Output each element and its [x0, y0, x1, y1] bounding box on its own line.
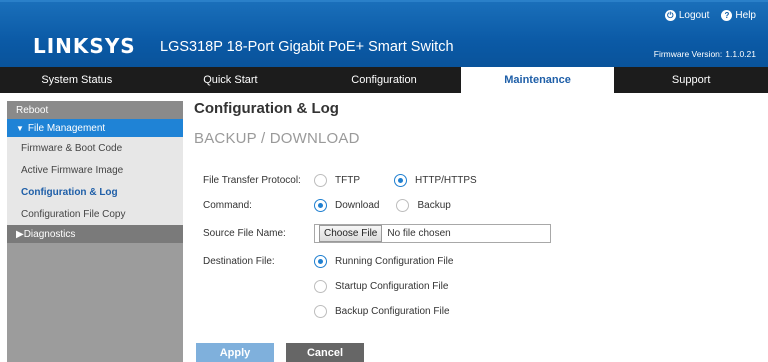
source-row: Source File Name: Choose File No file ch…: [194, 224, 551, 243]
product-name: LGS318P 18-Port Gigabit PoE+ Smart Switc…: [160, 39, 454, 55]
tab-quick-start[interactable]: Quick Start: [154, 67, 308, 93]
tab-configuration[interactable]: Configuration: [307, 67, 461, 93]
tab-maintenance[interactable]: Maintenance: [460, 67, 615, 93]
radio-backup[interactable]: [396, 199, 410, 212]
main-content: Configuration & Log BACKUP / DOWNLOAD: [194, 100, 754, 147]
page-title: Configuration & Log: [194, 100, 339, 117]
dest-running-option[interactable]: Running Configuration File: [314, 255, 453, 268]
command-download-option[interactable]: Download: [314, 199, 379, 212]
help-label: Help: [735, 10, 756, 21]
sidebar-item-diagnostics[interactable]: ▶ Diagnostics: [7, 225, 183, 243]
tab-system-status[interactable]: System Status: [0, 67, 154, 93]
command-row: Command: Download Backup: [194, 199, 469, 212]
startup-config-label: Startup Configuration File: [335, 281, 449, 292]
protocol-http-option[interactable]: HTTP/HTTPS: [394, 174, 477, 187]
section-title: BACKUP / DOWNLOAD: [194, 130, 360, 147]
download-label: Download: [335, 200, 380, 211]
choose-file-button[interactable]: Choose File: [319, 225, 383, 242]
radio-startup-config[interactable]: [314, 280, 327, 293]
protocol-tftp-option[interactable]: TFTP: [314, 174, 360, 187]
command-backup-option[interactable]: Backup: [396, 199, 451, 212]
backup-config-label: Backup Configuration File: [335, 306, 450, 317]
radio-tftp[interactable]: [314, 174, 327, 187]
destination-label: Destination File:: [203, 256, 275, 267]
destination-row-2: Startup Configuration File: [314, 280, 466, 293]
sidebar-item-file-management[interactable]: ▼ File Management: [7, 119, 183, 137]
firmware-version: Firmware Version: 1.1.0.21: [654, 49, 756, 59]
cancel-button[interactable]: Cancel: [286, 343, 364, 362]
protocol-label: File Transfer Protocol:: [203, 175, 301, 186]
header: LINKSYS LGS318P 18-Port Gigabit PoE+ Sma…: [0, 0, 768, 67]
sidebar: Reboot ▼ File Management Firmware & Boot…: [7, 101, 183, 362]
http-label: HTTP/HTTPS: [415, 175, 477, 186]
file-status: No file chosen: [387, 228, 451, 239]
sidebar-item-label: File Management: [27, 122, 106, 134]
running-config-label: Running Configuration File: [335, 256, 454, 267]
radio-backup-config[interactable]: [314, 305, 327, 318]
triangle-right-icon: ▶: [16, 228, 24, 240]
source-label: Source File Name:: [203, 228, 286, 239]
top-links: ⏻ Logout ? Help: [664, 10, 756, 21]
sidebar-item-label: Diagnostics: [23, 228, 76, 240]
radio-http-https[interactable]: [394, 174, 407, 187]
linksys-logo: LINKSYS: [33, 34, 136, 58]
power-icon: ⏻: [664, 10, 676, 21]
backup-label: Backup: [417, 200, 451, 211]
sidebar-sub-configuration-log[interactable]: Configuration & Log: [7, 181, 183, 203]
dest-backup-option[interactable]: Backup Configuration File: [314, 305, 450, 318]
help-link[interactable]: ? Help: [721, 10, 756, 21]
dest-startup-option[interactable]: Startup Configuration File: [314, 280, 448, 293]
tab-support[interactable]: Support: [614, 67, 768, 93]
destination-row-3: Backup Configuration File: [314, 305, 468, 318]
apply-button[interactable]: Apply: [196, 343, 274, 362]
radio-download[interactable]: [314, 199, 327, 212]
sidebar-sub-active-firmware[interactable]: Active Firmware Image: [7, 159, 183, 181]
command-label: Command:: [203, 200, 252, 211]
source-file-input[interactable]: Choose File No file chosen: [314, 224, 551, 243]
sidebar-sub-config-file-copy[interactable]: Configuration File Copy: [7, 203, 183, 225]
destination-row: Destination File: Running Configuration …: [194, 255, 471, 268]
main-nav: System Status Quick Start Configuration …: [0, 67, 768, 93]
sidebar-sub-firmware-boot[interactable]: Firmware & Boot Code: [7, 137, 183, 159]
firmware-label: Firmware Version:: [653, 49, 723, 59]
radio-running-config[interactable]: [314, 255, 327, 268]
logout-label: Logout: [678, 10, 710, 21]
sidebar-item-reboot[interactable]: Reboot: [7, 101, 183, 119]
triangle-down-icon: ▼: [16, 123, 24, 133]
protocol-row: File Transfer Protocol: TFTP HTTP/HTTPS: [194, 174, 495, 187]
help-icon: ?: [721, 10, 733, 21]
tftp-label: TFTP: [335, 175, 360, 186]
firmware-value: 1.1.0.21: [725, 49, 756, 59]
logout-link[interactable]: ⏻ Logout: [664, 10, 710, 21]
